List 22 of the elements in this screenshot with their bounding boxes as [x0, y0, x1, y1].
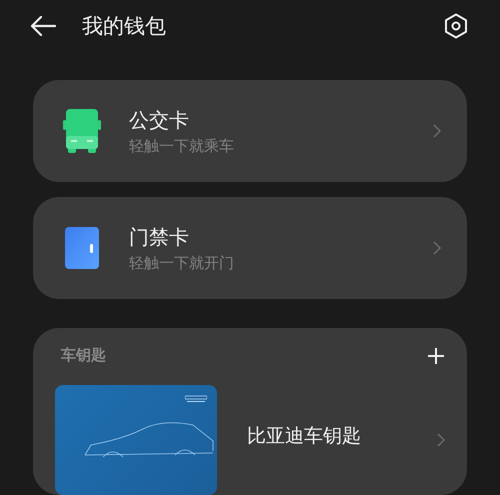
door-icon: [65, 227, 99, 269]
chevron-icon: [433, 124, 441, 138]
back-button[interactable]: [30, 16, 56, 36]
chevron-icon: [433, 241, 441, 255]
car-key-name: 比亚迪车钥匙: [247, 424, 362, 449]
settings-icon: [444, 12, 468, 38]
wallet-card[interactable]: 门禁卡 轻触一下就开门: [33, 197, 467, 299]
logo-icon: [185, 395, 207, 403]
card-subtitle: 轻触一下就开门: [129, 254, 235, 272]
section-heading: 车钥匙: [61, 346, 106, 365]
card-title: 门禁卡: [129, 224, 190, 250]
car-key-row[interactable]: 比亚迪车钥匙: [55, 385, 445, 495]
chevron-icon: [437, 433, 445, 447]
settings-button[interactable]: [444, 12, 468, 38]
wallet-card[interactable]: 公交卡 轻触一下就乘车: [33, 80, 467, 182]
card-subtitle: 轻触一下就乘车: [129, 136, 235, 156]
plus-icon: [427, 346, 445, 364]
add-button[interactable]: [427, 346, 445, 364]
page-title: 我的钱包: [82, 12, 167, 40]
card-title: 公交卡: [129, 106, 190, 134]
bus-icon: [63, 108, 101, 154]
back-arrow-icon: [30, 16, 56, 36]
